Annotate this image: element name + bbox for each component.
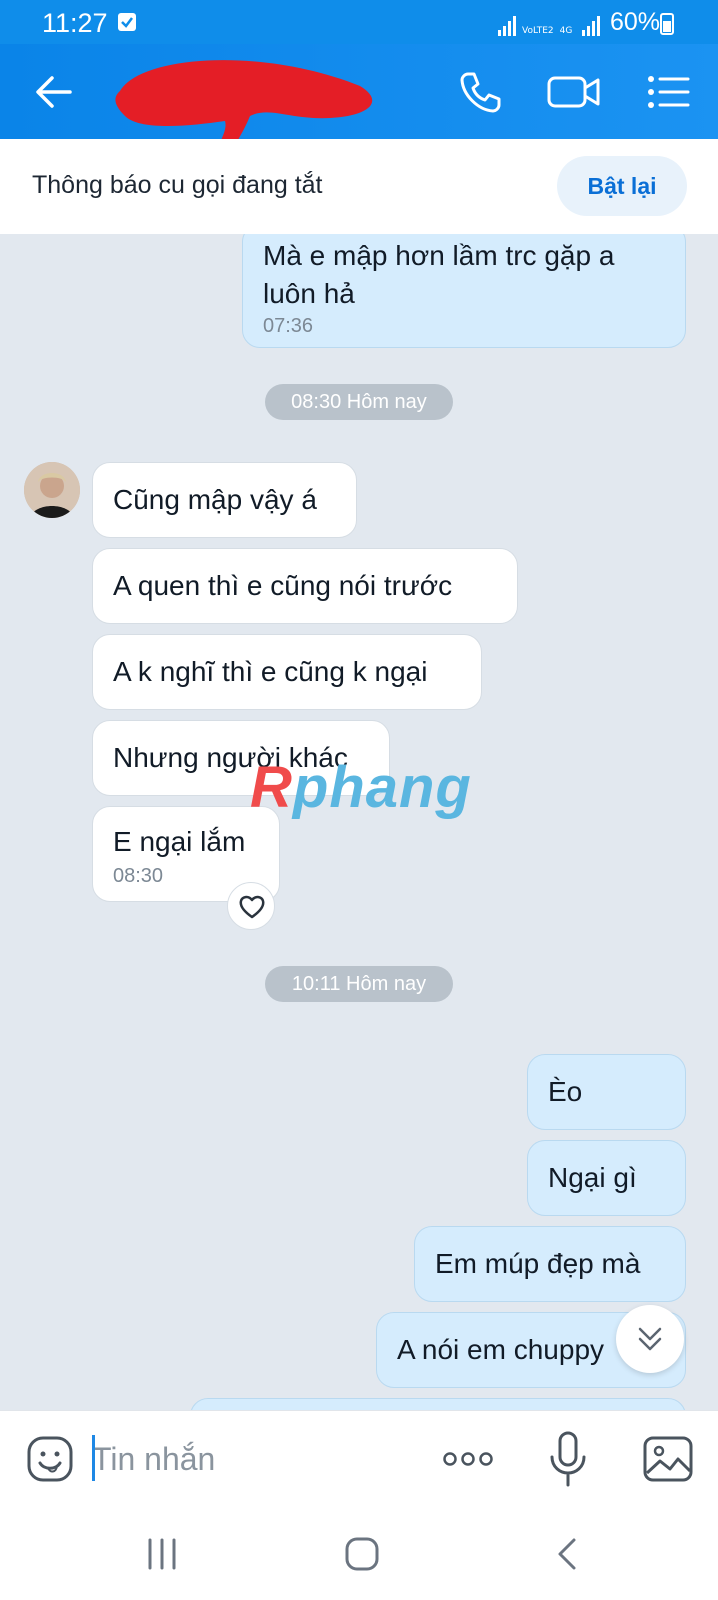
message-time: 07:36 [263,315,314,337]
volte-label: VoLTE2 [522,26,554,36]
phone-icon [460,72,501,113]
watermark-part-2: phang [292,755,472,820]
voice-message-button[interactable] [548,1429,588,1489]
message-bubble-outgoing[interactable]: Em múp đẹp mà [414,1226,686,1302]
network-type-label: 4G [559,26,573,36]
message-text: Ngại gì [548,1162,637,1193]
message-text: Em múp đẹp mà [435,1248,641,1279]
home-button[interactable] [344,1536,380,1572]
message-bubble-outgoing[interactable]: Mà e mập hơn lầm trc gặp a luôn hả 07:36 [242,234,686,348]
chat-header: ar My [0,44,718,186]
notification-check-icon [118,13,136,31]
home-icon [345,1537,379,1571]
watermark: Rphang [250,754,472,821]
microphone-icon [550,1431,586,1487]
heart-icon [239,895,265,919]
video-call-button[interactable] [546,68,602,116]
back-arrow-icon [36,76,72,108]
more-options-icon [443,1452,493,1466]
message-bubble-incoming[interactable]: Cũng mập vậy á [92,462,357,538]
text-caret [92,1435,95,1481]
image-icon [643,1436,693,1482]
list-menu-icon [648,76,690,108]
message-bubble-outgoing-partial[interactable] [190,1398,686,1410]
emoji-button[interactable] [26,1435,74,1483]
emoji-icon [27,1436,73,1482]
message-bubble-outgoing[interactable]: Èo [527,1054,686,1130]
message-text: A k nghĩ thì e cũng k ngại [113,656,428,687]
video-camera-icon [547,76,600,108]
system-nav-bar [0,1506,718,1600]
signal-indicators: VoLTE2 4G [498,10,600,36]
watermark-part-1: R [250,755,293,820]
back-button[interactable] [32,70,76,114]
system-back-button[interactable] [552,1536,582,1572]
message-bubble-outgoing[interactable]: Ngại gì [527,1140,686,1216]
message-text: E ngại lắm [113,826,246,857]
call-notification-banner: Thông báo cu gọi đang tắt Bật lại [0,139,718,234]
message-bubble-incoming[interactable]: A quen thì e cũng nói trước [92,548,518,624]
cell-signal-icon [582,14,600,36]
more-options-button[interactable] [440,1439,496,1479]
wifi-signal-icon [498,14,516,36]
recent-apps-icon [148,1538,176,1570]
date-separator: 08:30 Hôm nay [265,384,453,420]
battery-percent: 60% [610,8,661,36]
scroll-to-bottom-button[interactable] [616,1305,684,1373]
battery-icon [660,13,674,35]
double-chevron-down-icon [638,1327,662,1351]
voice-call-button[interactable] [456,68,504,116]
message-text: Mà e mập hơn lầm trc gặp a luôn hả [263,240,615,309]
message-list[interactable]: Mà e mập hơn lầm trc gặp a luôn hả 07:36… [0,234,718,1410]
react-button[interactable] [227,882,275,930]
recent-apps-button[interactable] [144,1536,180,1572]
options-menu-button[interactable] [646,68,692,116]
date-separator: 10:11 Hôm nay [265,966,453,1002]
avatar[interactable] [24,462,80,518]
message-text: Cũng mập vậy á [113,484,317,515]
back-icon [558,1538,576,1570]
message-input[interactable] [92,1431,412,1487]
send-image-button[interactable] [642,1433,694,1485]
turn-on-button[interactable]: Bật lại [557,156,687,216]
message-composer [0,1410,718,1506]
message-bubble-incoming[interactable]: A k nghĩ thì e cũng k ngại [92,634,482,710]
notification-text: Thông báo cu gọi đang tắt [32,171,323,199]
status-bar: 11:27 VoLTE2 4G 60% [0,0,718,44]
message-text: A quen thì e cũng nói trước [113,570,453,601]
message-text: Èo [548,1076,583,1107]
status-time: 11:27 [42,8,108,38]
